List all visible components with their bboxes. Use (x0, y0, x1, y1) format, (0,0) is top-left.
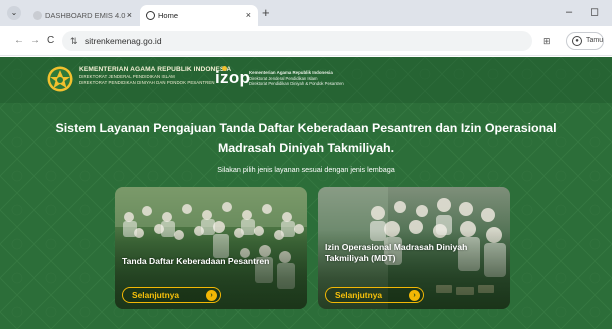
back-button[interactable]: ← (14, 34, 24, 48)
kemenag-header-text: KEMENTERIAN AGAMA REPUBLIK INDONESIA DIR… (79, 66, 231, 86)
tab-home[interactable]: Home × (140, 5, 258, 26)
profile-label: Tamu (586, 37, 604, 44)
izop-logo-dot-icon (222, 66, 227, 71)
service-card-mdt[interactable]: Izin Operasional Madrasah Diniyah Takmil… (318, 187, 510, 309)
izop-org-line: Kementerian Agama Republik Indonesia (249, 70, 333, 75)
tab-search-chevron-icon[interactable]: ⌄ (7, 6, 21, 20)
close-tab-icon[interactable]: × (246, 5, 251, 26)
kemenag-subtitle-2: DIREKTORAT PENDIDIKAN DINIYAH DAN PONDOK… (79, 80, 215, 85)
profile-avatar-icon: ● (572, 36, 582, 46)
tab-label: DASHBOARD EMIS 4.0 (45, 11, 126, 20)
page-title: Sistem Layanan Pengajuan Tanda Daftar Ke… (55, 121, 557, 155)
card-title: Izin Operasional Madrasah Diniyah Takmil… (325, 242, 468, 263)
site-info-tune-icon[interactable]: ⇅ (70, 34, 78, 48)
button-label: Selanjutnya (335, 290, 383, 300)
forward-button[interactable]: → (30, 34, 40, 48)
translate-icon[interactable]: ⊞ (543, 35, 551, 47)
selanjutnya-button[interactable]: Selanjutnya › (325, 287, 424, 303)
selanjutnya-button[interactable]: Selanjutnya › (122, 287, 221, 303)
favicon-icon (33, 11, 42, 20)
izop-logo[interactable]: izop (215, 67, 250, 89)
arrow-right-icon: › (409, 290, 420, 301)
izop-org-line: Direktorat Pendidikan Diniyah & Pondok P… (249, 81, 344, 86)
browser-tab-bar: ⌄ DASHBOARD EMIS 4.0 × Home × + – ◻ (0, 0, 612, 26)
izop-header-text: Kementerian Agama Republik Indonesia Dir… (249, 70, 344, 87)
new-tab-button[interactable]: + (262, 5, 270, 21)
globe-favicon-icon (146, 11, 155, 20)
page-content: KEMENTERIAN AGAMA REPUBLIK INDONESIA DIR… (0, 57, 612, 329)
kemenag-emblem-icon (47, 66, 73, 92)
service-card-pesantren[interactable]: Tanda Daftar Keberadaan Pesantren Selanj… (115, 187, 307, 309)
minimize-window-button[interactable]: – (566, 4, 572, 20)
arrow-right-icon: › (206, 290, 217, 301)
url-text[interactable]: sitrenkemenag.go.id (85, 31, 162, 51)
address-bar[interactable]: ⇅ sitrenkemenag.go.id (62, 31, 532, 51)
tab-label: Home (158, 11, 179, 20)
close-tab-icon[interactable]: × (127, 5, 132, 26)
page-subtitle: Silakan pilih jenis layanan sesuai denga… (217, 165, 395, 174)
reload-button[interactable]: C (47, 34, 54, 48)
button-label: Selanjutnya (132, 290, 180, 300)
kemenag-title: KEMENTERIAN AGAMA REPUBLIK INDONESIA (79, 66, 232, 73)
restore-window-button[interactable]: ◻ (590, 4, 599, 20)
browser-toolbar: ← → C ⇅ sitrenkemenag.go.id ⊞ ● Tamu (0, 26, 612, 56)
card-title: Tanda Daftar Keberadaan Pesantren (122, 256, 270, 266)
tab-dashboard-emis[interactable]: DASHBOARD EMIS 4.0 × (27, 5, 139, 26)
profile-button[interactable]: ● Tamu (566, 32, 604, 50)
